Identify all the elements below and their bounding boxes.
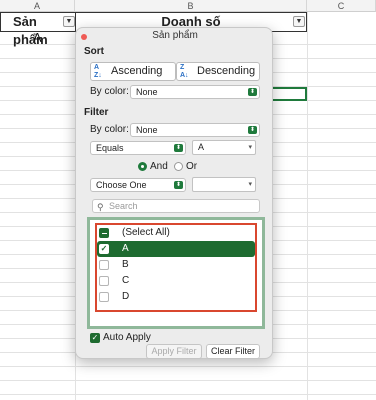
sort-descending-icon: Z A↓ (180, 64, 189, 79)
grid-line (0, 394, 376, 395)
condition1-value: Equals (96, 143, 124, 153)
header-a-text: Sản phẩm (13, 14, 48, 47)
value2-combobox[interactable]: ▾ (192, 177, 256, 192)
filter-button-a[interactable]: ▼ (63, 16, 75, 27)
filter-by-color-value: None (136, 125, 158, 135)
list-item-label: A (122, 243, 129, 254)
sort-descending-button[interactable]: Z A↓ Descending (176, 62, 260, 81)
column-header-b[interactable]: B (75, 0, 307, 12)
filter-by-color-label: By color: (90, 124, 129, 135)
chevron-updown-icon: ⬍ (248, 126, 257, 134)
chevron-down-icon: ▾ (248, 144, 252, 151)
sort-ascending-label: Ascending (111, 65, 163, 77)
list-item-label: C (122, 275, 130, 286)
sort-descending-label: Descending (197, 65, 256, 77)
or-radio[interactable] (174, 162, 183, 171)
search-input[interactable]: ⚲ Search (92, 199, 260, 213)
condition2-select[interactable]: Choose One ⬍ (90, 178, 186, 192)
checkbox-icon[interactable] (99, 276, 109, 286)
auto-apply-checkbox[interactable]: ✓ (90, 333, 100, 343)
chevron-updown-icon: ⬍ (174, 144, 183, 152)
chevron-updown-icon: ⬍ (248, 88, 257, 96)
filter-popover: Sản phẩm Sort A Z↓ Ascending Z A↓ Descendi… (75, 27, 273, 359)
filter-by-color-select[interactable]: None ⬍ (130, 123, 260, 137)
filter-button-b[interactable]: ▼ (293, 16, 305, 27)
value1-combobox[interactable]: A ▾ (192, 140, 256, 155)
list-item-d[interactable]: D (97, 289, 255, 305)
column-header-c[interactable]: C (307, 0, 376, 12)
grid-line (307, 12, 308, 400)
sort-ascending-button[interactable]: A Z↓ Ascending (90, 62, 176, 81)
condition1-select[interactable]: Equals ⬍ (90, 141, 186, 155)
checkbox-icon[interactable] (99, 260, 109, 270)
chevron-down-icon: ▾ (248, 181, 252, 188)
popover-title: Sản phẩm (152, 30, 198, 41)
list-item-select-all[interactable]: (Select All) (97, 225, 255, 241)
sort-by-color-select[interactable]: None ⬍ (130, 85, 260, 99)
search-icon: ⚲ (97, 202, 104, 212)
apply-filter-button[interactable]: Apply Filter (146, 344, 202, 359)
sort-by-color-value: None (136, 87, 158, 97)
clear-filter-button[interactable]: Clear Filter (206, 344, 260, 359)
list-item-a[interactable]: ✓ A (97, 241, 255, 257)
condition2-value: Choose One (96, 180, 147, 190)
checkbox-icon[interactable] (99, 292, 109, 302)
list-item-label: B (122, 259, 129, 270)
grid-line (0, 380, 376, 381)
grid-line (0, 366, 376, 367)
checkmark-icon[interactable]: ✓ (99, 244, 109, 254)
value1-text: A (198, 142, 205, 152)
filter-section-label: Filter (84, 107, 109, 118)
or-label: Or (186, 161, 198, 172)
list-item-b[interactable]: B (97, 257, 255, 273)
sort-by-color-label: By color: (90, 86, 129, 97)
and-radio[interactable] (138, 162, 147, 171)
sort-section-label: Sort (84, 46, 104, 57)
chevron-updown-icon: ⬍ (174, 181, 183, 189)
sort-ascending-icon: A Z↓ (94, 64, 102, 79)
checkbox-mixed-icon[interactable] (99, 228, 109, 238)
list-item-label: (Select All) (122, 227, 170, 238)
auto-apply-label: Auto Apply (103, 332, 151, 343)
search-placeholder: Search (109, 201, 138, 211)
cell-a2[interactable]: A (33, 30, 42, 45)
and-label: And (150, 161, 168, 172)
list-item-label: D (122, 291, 130, 302)
list-item-c[interactable]: C (97, 273, 255, 289)
column-header-a[interactable]: A (0, 0, 75, 12)
